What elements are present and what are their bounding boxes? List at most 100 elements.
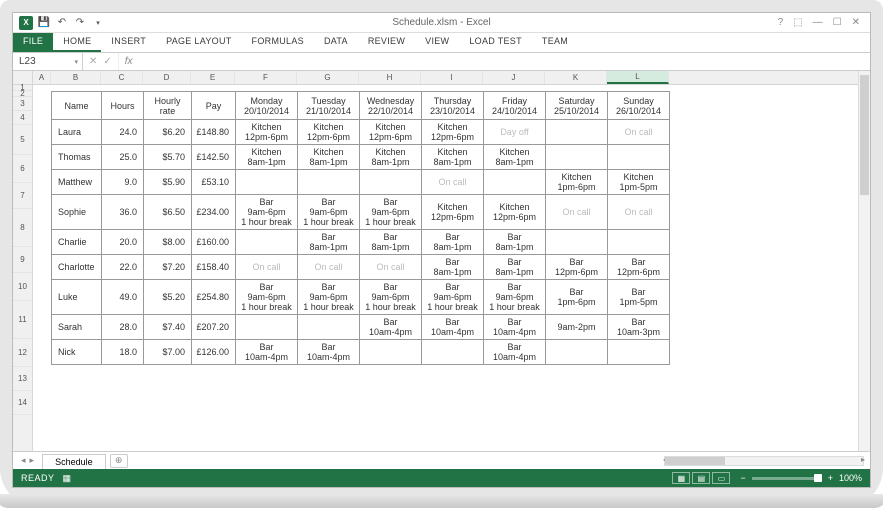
cell[interactable]: $5.70 xyxy=(144,145,192,170)
zoom-out-button[interactable]: − xyxy=(740,473,745,483)
row-header-7[interactable]: 7 xyxy=(13,183,32,209)
cell[interactable]: Bar10am-4pm xyxy=(484,315,546,340)
cell[interactable]: $7.20 xyxy=(144,255,192,280)
column-header-J[interactable]: J xyxy=(483,71,545,84)
close-icon[interactable]: ✕ xyxy=(852,17,860,28)
cell[interactable]: Kitchen8am-1pm xyxy=(236,145,298,170)
cell[interactable] xyxy=(236,315,298,340)
cell[interactable] xyxy=(546,145,608,170)
cell[interactable]: Bar10am-4pm xyxy=(360,315,422,340)
formula-input[interactable] xyxy=(139,53,870,70)
view-page-layout-icon[interactable]: ▤ xyxy=(692,472,710,484)
cell[interactable] xyxy=(298,315,360,340)
save-icon[interactable]: 💾 xyxy=(37,16,51,30)
cell[interactable]: £160.00 xyxy=(192,230,236,255)
cell[interactable]: Bar12pm-6pm xyxy=(608,255,670,280)
cell[interactable]: $5.20 xyxy=(144,280,192,315)
cell[interactable]: Charlie xyxy=(52,230,102,255)
cell[interactable]: Sophie xyxy=(52,195,102,230)
cell[interactable]: £148.80 xyxy=(192,120,236,145)
cell[interactable]: On call xyxy=(236,255,298,280)
cell[interactable]: Sarah xyxy=(52,315,102,340)
cell[interactable]: On call xyxy=(360,255,422,280)
cell[interactable]: Kitchen12pm-6pm xyxy=(422,120,484,145)
column-header-L[interactable]: L xyxy=(607,71,669,84)
cell[interactable]: $6.20 xyxy=(144,120,192,145)
cell[interactable]: Bar1pm-5pm xyxy=(608,280,670,315)
row-header-8[interactable]: 8 xyxy=(13,209,32,247)
cell[interactable]: 25.0 xyxy=(102,145,144,170)
cell[interactable] xyxy=(546,340,608,365)
cell[interactable]: On call xyxy=(608,195,670,230)
cell[interactable]: Day off xyxy=(484,120,546,145)
column-header-F[interactable]: F xyxy=(235,71,297,84)
cell[interactable]: Matthew xyxy=(52,170,102,195)
horizontal-scrollbar[interactable]: ◂▸ xyxy=(128,456,870,466)
cell[interactable] xyxy=(298,170,360,195)
sheet-nav-next-icon[interactable]: ▸ xyxy=(30,455,35,466)
zoom-slider[interactable] xyxy=(752,477,822,480)
cell[interactable] xyxy=(608,340,670,365)
macro-record-icon[interactable]: ▦ xyxy=(63,473,72,484)
cell[interactable]: Bar9am-6pm1 hour break xyxy=(236,195,298,230)
cell[interactable] xyxy=(484,170,546,195)
cell[interactable]: Laura xyxy=(52,120,102,145)
cell[interactable] xyxy=(360,170,422,195)
cell[interactable]: Kitchen12pm-6pm xyxy=(422,195,484,230)
qat-dropdown-icon[interactable]: ▾ xyxy=(91,16,105,30)
cell[interactable]: On call xyxy=(608,120,670,145)
cell[interactable]: Bar9am-6pm1 hour break xyxy=(422,280,484,315)
cell[interactable]: 28.0 xyxy=(102,315,144,340)
tab-team[interactable]: TEAM xyxy=(532,33,578,52)
cell[interactable] xyxy=(608,230,670,255)
cell[interactable]: Bar8am-1pm xyxy=(298,230,360,255)
cell[interactable]: Bar9am-6pm1 hour break xyxy=(360,195,422,230)
tab-file[interactable]: FILE xyxy=(13,33,53,52)
cell[interactable]: Luke xyxy=(52,280,102,315)
cell[interactable]: 20.0 xyxy=(102,230,144,255)
cell[interactable]: Kitchen8am-1pm xyxy=(360,145,422,170)
cell[interactable]: $7.40 xyxy=(144,315,192,340)
row-header-11[interactable]: 11 xyxy=(13,301,32,339)
row-header-5[interactable]: 5 xyxy=(13,125,32,155)
cell[interactable] xyxy=(546,230,608,255)
cell[interactable] xyxy=(360,340,422,365)
cell[interactable]: Nick xyxy=(52,340,102,365)
cell[interactable]: Kitchen12pm-6pm xyxy=(236,120,298,145)
tab-insert[interactable]: INSERT xyxy=(101,33,156,52)
cell[interactable]: Kitchen1pm-6pm xyxy=(546,170,608,195)
zoom-in-button[interactable]: + xyxy=(828,473,833,483)
redo-icon[interactable]: ↷ xyxy=(73,16,87,30)
view-page-break-icon[interactable]: ▭ xyxy=(712,472,730,484)
column-header-A[interactable]: A xyxy=(33,71,51,84)
vscroll-thumb[interactable] xyxy=(860,75,869,195)
row-header-13[interactable]: 13 xyxy=(13,367,32,391)
new-sheet-button[interactable]: ⊕ xyxy=(110,454,128,468)
minimize-icon[interactable]: — xyxy=(813,17,823,28)
cell[interactable]: Bar9am-6pm1 hour break xyxy=(484,280,546,315)
cell[interactable]: 18.0 xyxy=(102,340,144,365)
tab-load-test[interactable]: LOAD TEST xyxy=(459,33,532,52)
cell[interactable]: Bar10am-4pm xyxy=(236,340,298,365)
cell[interactable]: 9.0 xyxy=(102,170,144,195)
cell[interactable]: On call xyxy=(298,255,360,280)
cell[interactable]: $5.90 xyxy=(144,170,192,195)
cell[interactable]: Kitchen8am-1pm xyxy=(484,145,546,170)
cell[interactable]: £254.80 xyxy=(192,280,236,315)
cell[interactable]: On call xyxy=(422,170,484,195)
row-header-14[interactable]: 14 xyxy=(13,391,32,415)
cell[interactable] xyxy=(236,170,298,195)
tab-data[interactable]: DATA xyxy=(314,33,358,52)
cell[interactable]: 36.0 xyxy=(102,195,144,230)
row-header-12[interactable]: 12 xyxy=(13,339,32,367)
column-header-E[interactable]: E xyxy=(191,71,235,84)
cell[interactable]: Kitchen8am-1pm xyxy=(298,145,360,170)
sheet-tab-schedule[interactable]: Schedule xyxy=(42,454,106,469)
fx-icon[interactable]: fx xyxy=(119,53,139,70)
undo-icon[interactable]: ↶ xyxy=(55,16,69,30)
tab-view[interactable]: VIEW xyxy=(415,33,459,52)
column-header-K[interactable]: K xyxy=(545,71,607,84)
column-header-I[interactable]: I xyxy=(421,71,483,84)
row-header-10[interactable]: 10 xyxy=(13,273,32,301)
name-box[interactable]: L23 xyxy=(13,53,83,70)
